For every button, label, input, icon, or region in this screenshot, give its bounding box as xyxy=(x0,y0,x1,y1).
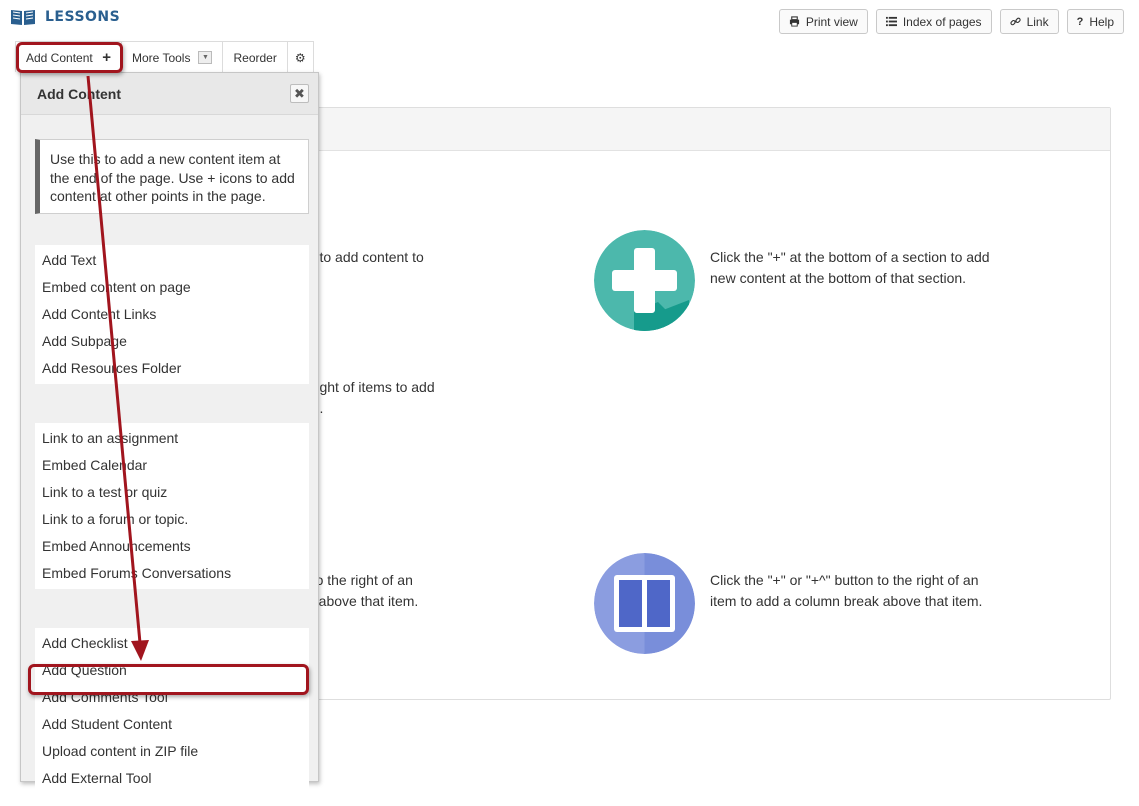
menu-group-basic: Add Text Embed content on page Add Conte… xyxy=(35,245,309,384)
book-icon xyxy=(11,10,35,25)
highlight-add-comments-tool xyxy=(28,664,309,695)
menu-item-embed-content[interactable]: Embed content on page xyxy=(35,274,309,301)
column-hint-line-2: item to add a column break above that it… xyxy=(710,593,983,609)
link-button[interactable]: Link xyxy=(999,9,1059,34)
bg-snippet-2-line-1: e right of items to add xyxy=(300,379,435,395)
column-hint-line-1: Click the "+" or "+^" button to the righ… xyxy=(710,572,979,588)
help-label: Help xyxy=(1089,14,1114,29)
dropdown-header: Add Content ✖ xyxy=(21,73,318,115)
chevron-down-icon: ▼ xyxy=(198,51,213,64)
more-tools-button[interactable]: More Tools ▼ xyxy=(122,42,224,73)
menu-item-add-checklist[interactable]: Add Checklist xyxy=(35,630,309,657)
question-icon: ? xyxy=(1076,15,1084,28)
close-icon[interactable]: ✖ xyxy=(290,84,309,103)
menu-item-add-subpage[interactable]: Add Subpage xyxy=(35,328,309,355)
highlight-add-content-button xyxy=(16,42,123,73)
top-actions: Print view Index of pages Link ? Help xyxy=(778,9,1124,34)
link-label: Link xyxy=(1026,14,1049,29)
menu-group-tools: Add Checklist Add Question Add Comments … xyxy=(35,628,309,794)
column-hint-text: Click the "+" or "+^" button to the righ… xyxy=(710,570,982,612)
plus-hint-text: Click the "+" at the bottom of a section… xyxy=(710,247,990,289)
menu-item-embed-calendar[interactable]: Embed Calendar xyxy=(35,452,309,479)
menu-item-embed-forums-conversations[interactable]: Embed Forums Conversations xyxy=(35,560,309,587)
menu-item-add-text[interactable]: Add Text xyxy=(35,247,309,274)
printer-icon xyxy=(789,16,799,27)
menu-item-link-assignment[interactable]: Link to an assignment xyxy=(35,425,309,452)
columns-circle-icon xyxy=(594,553,695,654)
more-tools-label: More Tools xyxy=(132,50,191,65)
gear-icon: ⚙ xyxy=(294,50,306,65)
menu-item-upload-zip[interactable]: Upload content in ZIP file xyxy=(35,738,309,765)
reorder-button[interactable]: Reorder xyxy=(223,42,288,73)
print-view-button[interactable]: Print view xyxy=(778,9,868,34)
menu-item-link-test-quiz[interactable]: Link to a test or quiz xyxy=(35,479,309,506)
bg-snippet-2-line-2: em. xyxy=(300,398,435,419)
menu-item-add-external-tool[interactable]: Add External Tool xyxy=(35,765,309,792)
plus-hint-line-2: new content at the bottom of that sectio… xyxy=(710,270,967,286)
menu-item-add-content-links[interactable]: Add Content Links xyxy=(35,301,309,328)
menu-item-link-forum-topic[interactable]: Link to a forum or topic. xyxy=(35,506,309,533)
plus-hint-line-1: Click the "+" at the bottom of a section… xyxy=(710,249,990,265)
reorder-label: Reorder xyxy=(233,50,277,65)
menu-item-add-student-content[interactable]: Add Student Content xyxy=(35,711,309,738)
dropdown-info: Use this to add a new content item at th… xyxy=(35,139,309,214)
menu-group-links: Link to an assignment Embed Calendar Lin… xyxy=(35,423,309,589)
dropdown-title: Add Content xyxy=(37,85,121,102)
menu-item-embed-announcements[interactable]: Embed Announcements xyxy=(35,533,309,560)
print-view-label: Print view xyxy=(805,14,858,29)
page-header: LESSONS xyxy=(10,6,120,28)
page-title: LESSONS xyxy=(45,9,121,25)
help-button[interactable]: ? Help xyxy=(1066,9,1124,34)
content-section-header xyxy=(301,108,1110,151)
list-icon xyxy=(885,16,897,27)
index-of-pages-button[interactable]: Index of pages xyxy=(875,9,992,34)
plus-circle-icon xyxy=(594,230,695,331)
index-of-pages-label: Index of pages xyxy=(902,14,982,29)
settings-button[interactable]: ⚙ xyxy=(288,42,313,73)
bg-snippet-2: e right of items to add em. xyxy=(300,377,435,419)
link-icon xyxy=(1009,17,1021,26)
menu-item-add-resources-folder[interactable]: Add Resources Folder xyxy=(35,355,309,382)
